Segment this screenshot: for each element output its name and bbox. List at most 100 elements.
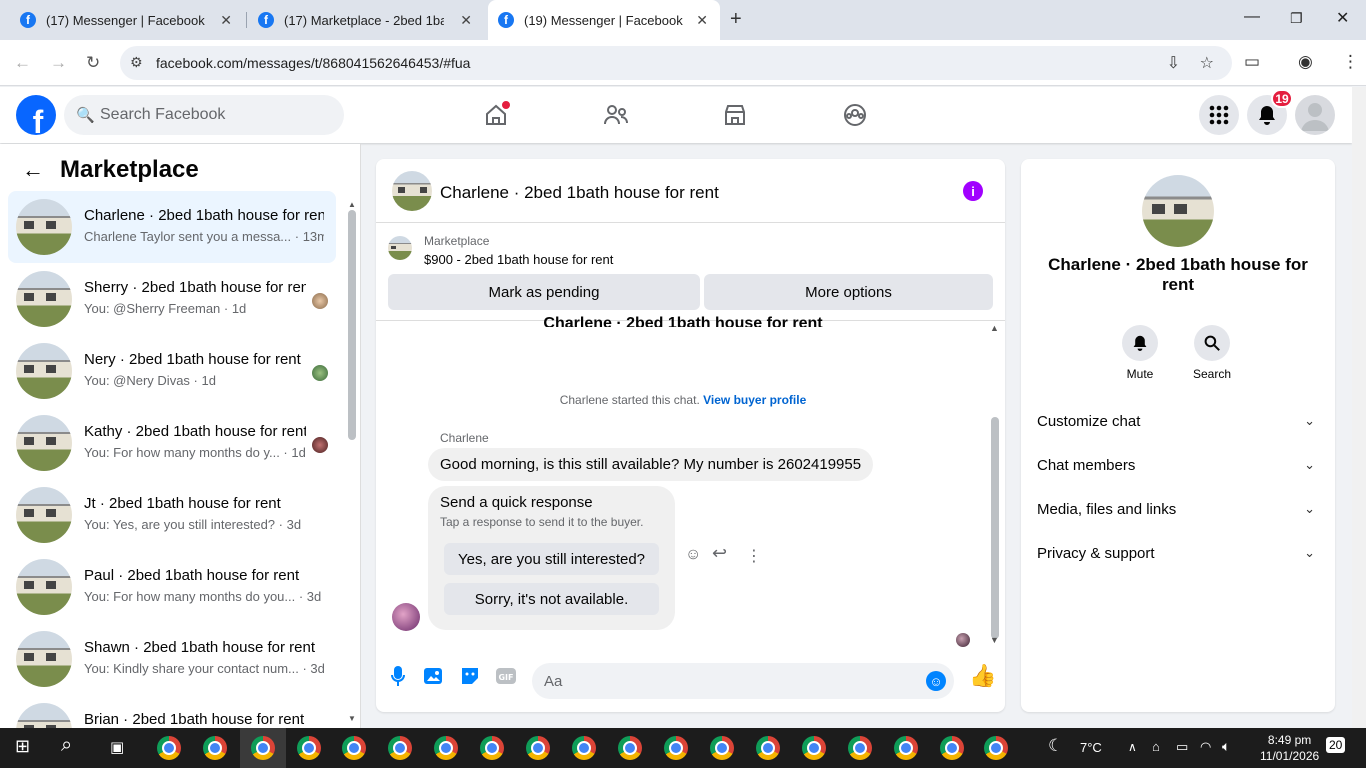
new-tab-icon[interactable]: + xyxy=(730,8,742,31)
browser-menu-icon[interactable]: ⋮ xyxy=(1342,52,1359,72)
chrome-taskbar-icon[interactable] xyxy=(342,736,366,760)
browser-tab-1[interactable]: f (17) Messenger | Facebook ✕ xyxy=(8,0,244,40)
windows-start-icon[interactable]: ⊞ xyxy=(15,736,30,757)
scroll-up-arrow-icon[interactable]: ▲ xyxy=(348,200,356,209)
chrome-taskbar-icon[interactable] xyxy=(894,736,918,760)
minimize-icon[interactable]: — xyxy=(1244,8,1260,26)
chat-title[interactable]: Charlene · 2bed 1bath house for rent xyxy=(440,183,719,203)
marketplace-icon[interactable] xyxy=(721,101,749,129)
chrome-taskbar-icon[interactable] xyxy=(618,736,642,760)
friends-icon[interactable] xyxy=(602,101,630,129)
window-close-icon[interactable]: ✕ xyxy=(1336,8,1349,28)
mark-as-pending-button[interactable]: Mark as pending xyxy=(388,274,700,310)
privacy-support-section[interactable]: Privacy & support ⌄ xyxy=(1037,531,1319,575)
account-avatar[interactable] xyxy=(1295,95,1335,135)
info-icon[interactable]: i xyxy=(963,181,983,201)
close-tab-icon[interactable]: ✕ xyxy=(220,12,232,29)
url-bar[interactable]: ⚙ facebook.com/messages/t/86804156264645… xyxy=(120,46,1232,80)
chrome-taskbar-icon[interactable] xyxy=(157,736,181,760)
weather-temperature[interactable]: 7°C xyxy=(1080,740,1102,755)
search-facebook-input[interactable]: 🔍 Search Facebook xyxy=(64,95,344,135)
battery-icon[interactable]: ▭ xyxy=(1176,739,1188,755)
like-thumbs-up-icon[interactable]: 👍 xyxy=(969,663,996,688)
gif-icon[interactable]: GIF xyxy=(495,665,517,687)
browser-tab-3-active[interactable]: f (19) Messenger | Facebook ✕ xyxy=(488,0,720,40)
menu-grid-icon[interactable] xyxy=(1199,95,1239,135)
search-in-chat-button[interactable]: Search xyxy=(1182,325,1242,381)
chrome-taskbar-icon[interactable] xyxy=(526,736,550,760)
conversation-list-scrollbar[interactable] xyxy=(348,210,356,440)
facebook-logo-icon[interactable]: f xyxy=(16,95,56,135)
notifications-bell-icon[interactable]: 19 xyxy=(1247,89,1293,135)
device-icon[interactable]: ⌂ xyxy=(1152,739,1160,754)
view-buyer-profile-link[interactable]: View buyer profile xyxy=(703,393,806,407)
details-avatar[interactable] xyxy=(1142,175,1214,247)
conversation-item[interactable]: Paul · 2bed 1bath house for rent You: Fo… xyxy=(8,551,336,623)
volume-icon[interactable]: 🔈︎ xyxy=(1222,738,1230,755)
bookmark-star-icon[interactable]: ☆ xyxy=(1200,53,1214,73)
wifi-icon[interactable]: ◠ xyxy=(1200,739,1211,755)
restore-icon[interactable]: ❐ xyxy=(1290,10,1303,27)
more-options-button[interactable]: More options xyxy=(704,274,993,310)
listing-title[interactable]: $900 - 2bed 1bath house for rent xyxy=(424,252,613,267)
back-icon[interactable]: ← xyxy=(14,53,31,73)
react-emoji-icon[interactable]: ☺ xyxy=(685,546,701,564)
close-tab-icon[interactable]: ✕ xyxy=(696,12,708,29)
microphone-icon[interactable] xyxy=(387,665,409,687)
conversation-item[interactable]: Charlene · 2bed 1bath house for rent Cha… xyxy=(8,191,336,263)
show-hidden-icons-icon[interactable]: ∧ xyxy=(1128,740,1137,754)
thread-scrollbar[interactable] xyxy=(991,417,999,639)
task-view-icon[interactable]: ▣ xyxy=(110,738,124,756)
taskbar-search-icon[interactable]: ⌕ xyxy=(61,734,72,757)
chrome-taskbar-icon[interactable] xyxy=(251,736,275,760)
chrome-taskbar-icon[interactable] xyxy=(802,736,826,760)
incoming-message-bubble[interactable]: Good morning, is this still available? M… xyxy=(428,448,874,481)
notification-center-count[interactable]: 20 xyxy=(1326,737,1346,753)
chat-avatar[interactable] xyxy=(392,171,432,211)
scroll-down-arrow-icon[interactable]: ▼ xyxy=(990,635,999,645)
more-actions-icon[interactable]: ⋮ xyxy=(746,546,762,566)
chrome-taskbar-icon[interactable] xyxy=(572,736,596,760)
conversation-item[interactable]: Nery · 2bed 1bath house for rent You: @N… xyxy=(8,335,336,407)
chrome-taskbar-icon[interactable] xyxy=(984,736,1008,760)
sender-avatar[interactable] xyxy=(392,603,420,631)
back-arrow-icon[interactable]: ← xyxy=(22,157,44,183)
conversation-item[interactable]: Shawn · 2bed 1bath house for rent You: K… xyxy=(8,623,336,695)
home-icon[interactable] xyxy=(482,101,510,129)
scroll-up-arrow-icon[interactable]: ▲ xyxy=(990,323,999,333)
chrome-taskbar-icon[interactable] xyxy=(297,736,321,760)
conversation-item[interactable]: Brian · 2bed 1bath house for rent xyxy=(8,695,336,728)
scroll-down-arrow-icon[interactable]: ▼ xyxy=(348,714,356,723)
chat-members-section[interactable]: Chat members ⌄ xyxy=(1037,443,1319,487)
reply-icon[interactable]: ↩ xyxy=(712,543,727,564)
chrome-taskbar-icon[interactable] xyxy=(388,736,412,760)
profile-icon[interactable]: ◉ xyxy=(1298,52,1313,72)
chrome-taskbar-icon[interactable] xyxy=(940,736,964,760)
weather-moon-icon[interactable]: ☾ xyxy=(1048,736,1063,756)
conversation-item[interactable]: Jt · 2bed 1bath house for rent You: Yes,… xyxy=(8,479,336,551)
mute-button[interactable]: Mute xyxy=(1110,325,1170,381)
page-scrollbar[interactable] xyxy=(1352,87,1366,728)
install-app-icon[interactable]: ⇩ xyxy=(1167,53,1180,73)
chrome-taskbar-icon[interactable] xyxy=(203,736,227,760)
quick-response-option[interactable]: Yes, are you still interested? xyxy=(444,543,659,575)
chrome-taskbar-icon[interactable] xyxy=(480,736,504,760)
customize-chat-section[interactable]: Customize chat ⌄ xyxy=(1037,399,1319,443)
reload-icon[interactable]: ↻ xyxy=(86,53,100,73)
tab-search-icon[interactable]: ▭ xyxy=(1244,52,1260,72)
emoji-icon[interactable]: ☺ xyxy=(926,671,946,691)
forward-icon[interactable]: → xyxy=(50,53,67,73)
attach-photo-icon[interactable] xyxy=(423,665,445,687)
sticker-icon[interactable] xyxy=(459,665,481,687)
close-tab-icon[interactable]: ✕ xyxy=(460,12,472,29)
quick-response-option[interactable]: Sorry, it's not available. xyxy=(444,583,659,615)
site-settings-icon[interactable]: ⚙ xyxy=(130,54,143,71)
conversation-item[interactable]: Kathy · 2bed 1bath house for rent You: F… xyxy=(8,407,336,479)
chrome-taskbar-icon[interactable] xyxy=(664,736,688,760)
message-input[interactable]: Aa ☺ xyxy=(532,663,954,699)
browser-tab-2[interactable]: f (17) Marketplace - 2bed 1bath h ✕ xyxy=(248,0,484,40)
chrome-taskbar-icon[interactable] xyxy=(848,736,872,760)
chrome-taskbar-icon[interactable] xyxy=(710,736,734,760)
media-files-links-section[interactable]: Media, files and links ⌄ xyxy=(1037,487,1319,531)
system-clock[interactable]: 8:49 pm 11/01/2026 xyxy=(1260,732,1319,764)
